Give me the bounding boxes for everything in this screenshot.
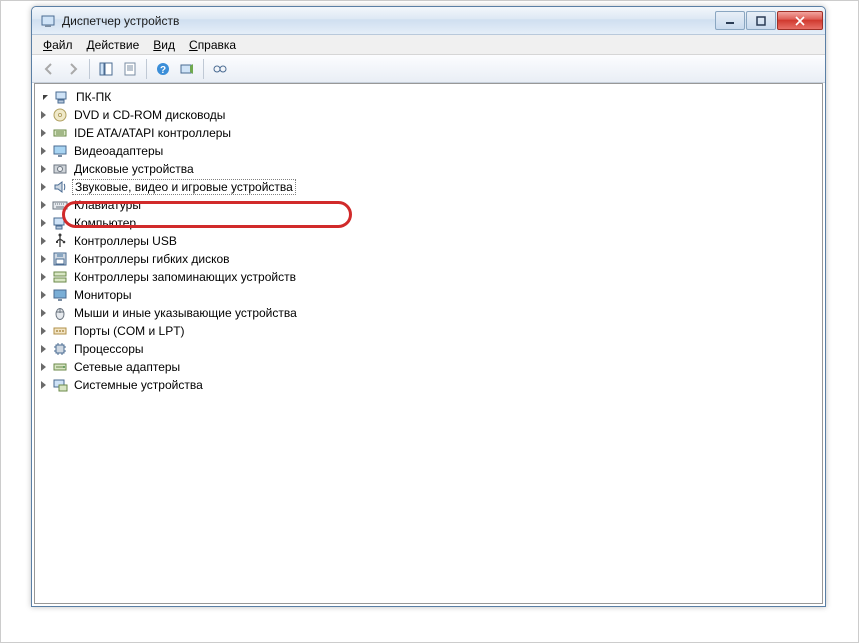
ide-icon — [52, 125, 68, 141]
network-icon — [52, 359, 68, 375]
expander-icon[interactable] — [41, 129, 46, 137]
tree-panel[interactable]: ПК-ПК DVD и CD-ROM дисководы IDE ATA/ATAP… — [34, 83, 823, 604]
device-category-label: IDE ATA/ATAPI контроллеры — [72, 126, 233, 140]
expander-icon[interactable] — [41, 219, 46, 227]
port-icon — [52, 323, 68, 339]
device-category-label: Компьютер — [72, 216, 138, 230]
device-category-label: Видеоадаптеры — [72, 144, 165, 158]
help-button[interactable]: ? — [152, 58, 174, 80]
keyboard-icon — [52, 197, 68, 213]
device-category-node[interactable]: Порты (COM и LPT) — [37, 322, 820, 340]
device-tree: ПК-ПК DVD и CD-ROM дисководы IDE ATA/ATAP… — [37, 88, 820, 394]
window-controls — [715, 11, 823, 30]
view-devices-button[interactable] — [209, 58, 231, 80]
expander-icon[interactable] — [41, 111, 46, 119]
monitor-icon — [52, 287, 68, 303]
root-node[interactable]: ПК-ПК — [37, 88, 820, 106]
computer-icon — [52, 215, 68, 231]
device-category-node[interactable]: Контроллеры гибких дисков — [37, 250, 820, 268]
expander-icon[interactable] — [43, 95, 48, 100]
device-category-node[interactable]: IDE ATA/ATAPI контроллеры — [37, 124, 820, 142]
back-button[interactable] — [38, 58, 60, 80]
menubar: Файл Действие Вид Справка — [32, 35, 825, 55]
device-category-node[interactable]: Мыши и иные указывающие устройства — [37, 304, 820, 322]
menu-help[interactable]: Справка — [182, 37, 243, 53]
device-manager-window: Диспетчер устройств Файл Действие Вид Сп… — [31, 6, 826, 607]
device-category-label: Сетевые адаптеры — [72, 360, 182, 374]
show-hide-tree-button[interactable] — [95, 58, 117, 80]
toolbar-separator — [146, 59, 147, 79]
properties-button[interactable] — [119, 58, 141, 80]
device-category-node[interactable]: Клавиатуры — [37, 196, 820, 214]
device-category-label: Мониторы — [72, 288, 133, 302]
device-category-label: Контроллеры USB — [72, 234, 179, 248]
forward-button[interactable] — [62, 58, 84, 80]
device-category-node[interactable]: Дисковые устройства — [37, 160, 820, 178]
display-icon — [52, 143, 68, 159]
scan-hardware-button[interactable] — [176, 58, 198, 80]
system-icon — [52, 377, 68, 393]
expander-icon[interactable] — [41, 255, 46, 263]
window-title: Диспетчер устройств — [62, 14, 715, 28]
titlebar[interactable]: Диспетчер устройств — [32, 7, 825, 35]
cpu-icon — [52, 341, 68, 357]
device-category-label: Звуковые, видео и игровые устройства — [72, 179, 296, 195]
expander-icon[interactable] — [41, 201, 46, 209]
device-category-label: Клавиатуры — [72, 198, 143, 212]
device-category-node[interactable]: Компьютер — [37, 214, 820, 232]
device-category-node[interactable]: Мониторы — [37, 286, 820, 304]
device-category-node[interactable]: DVD и CD-ROM дисководы — [37, 106, 820, 124]
device-category-node[interactable]: Контроллеры запоминающих устройств — [37, 268, 820, 286]
sound-icon — [52, 179, 68, 195]
device-category-node[interactable]: Видеоадаптеры — [37, 142, 820, 160]
maximize-button[interactable] — [746, 11, 776, 30]
expander-icon[interactable] — [41, 309, 46, 317]
device-category-label: DVD и CD-ROM дисководы — [72, 108, 227, 122]
storage-icon — [52, 269, 68, 285]
expander-icon[interactable] — [41, 345, 46, 353]
expander-icon[interactable] — [41, 165, 46, 173]
device-category-node[interactable]: Процессоры — [37, 340, 820, 358]
hdd-icon — [52, 161, 68, 177]
device-category-node[interactable]: Сетевые адаптеры — [37, 358, 820, 376]
device-category-label: Порты (COM и LPT) — [72, 324, 187, 338]
device-category-label: Контроллеры гибких дисков — [72, 252, 232, 266]
close-button[interactable] — [777, 11, 823, 30]
menu-view[interactable]: Вид — [146, 37, 182, 53]
device-category-label: Процессоры — [72, 342, 146, 356]
floppy-icon — [52, 251, 68, 267]
device-category-label: Системные устройства — [72, 378, 205, 392]
app-icon — [40, 13, 56, 29]
device-category-label: Дисковые устройства — [72, 162, 196, 176]
minimize-button[interactable] — [715, 11, 745, 30]
mouse-icon — [52, 305, 68, 321]
device-category-label: Контроллеры запоминающих устройств — [72, 270, 298, 284]
expander-icon[interactable] — [41, 381, 46, 389]
device-category-node[interactable]: Звуковые, видео и игровые устройства — [37, 178, 820, 196]
device-category-node[interactable]: Контроллеры USB — [37, 232, 820, 250]
device-category-node[interactable]: Системные устройства — [37, 376, 820, 394]
menu-file[interactable]: Файл — [36, 37, 80, 53]
toolbar-separator — [203, 59, 204, 79]
expander-icon[interactable] — [41, 237, 46, 245]
svg-text:?: ? — [160, 65, 166, 76]
disc-icon — [52, 107, 68, 123]
expander-icon[interactable] — [41, 291, 46, 299]
toolbar: ? — [32, 55, 825, 83]
device-category-label: Мыши и иные указывающие устройства — [72, 306, 299, 320]
expander-icon[interactable] — [41, 273, 46, 281]
expander-icon[interactable] — [41, 183, 46, 191]
expander-icon[interactable] — [41, 327, 46, 335]
computer-icon — [54, 89, 70, 105]
expander-icon[interactable] — [41, 363, 46, 371]
usb-icon — [52, 233, 68, 249]
expander-icon[interactable] — [41, 147, 46, 155]
toolbar-separator — [89, 59, 90, 79]
root-label: ПК-ПК — [74, 90, 113, 104]
menu-action[interactable]: Действие — [80, 37, 147, 53]
